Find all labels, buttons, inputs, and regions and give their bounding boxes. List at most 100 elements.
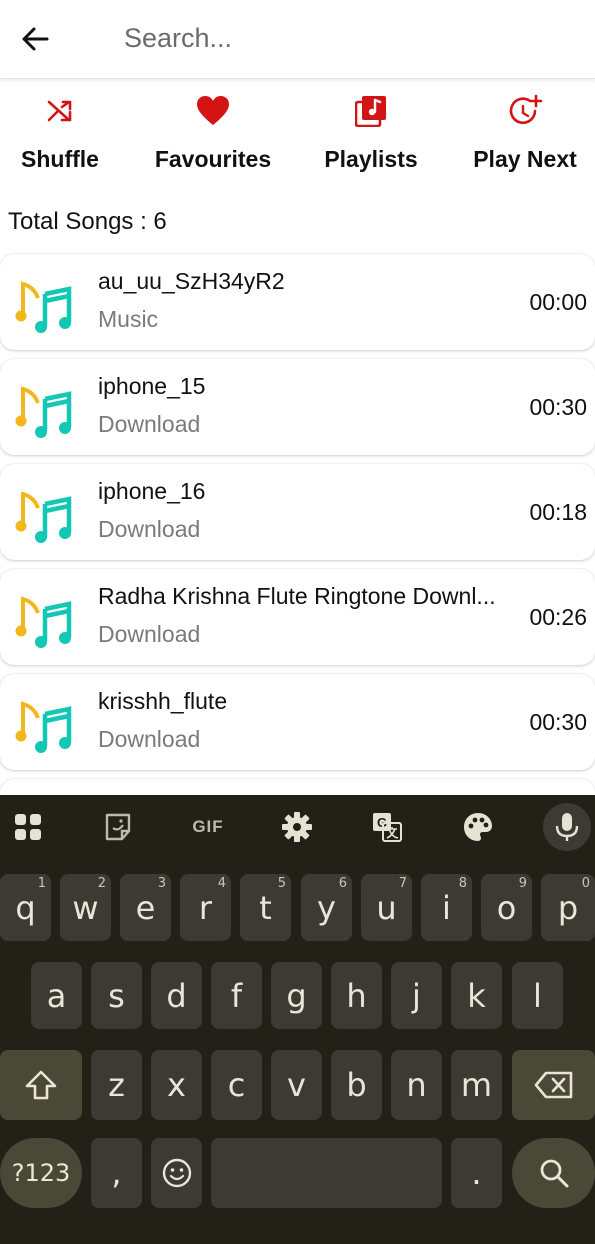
music-note-icon [15,701,72,753]
key-label: g [286,976,307,1015]
key-i[interactable]: i8 [421,874,472,941]
play-next-label: Play Next [473,146,577,172]
gif-button[interactable]: GIF [186,807,230,847]
key-label: a [46,976,67,1015]
shift-key[interactable] [0,1050,82,1120]
key-d[interactable]: d [151,962,202,1029]
key-b[interactable]: b [331,1050,382,1120]
song-row[interactable]: krisshh_flute Download 00:30 [0,674,595,770]
key-l[interactable]: l [512,962,563,1029]
key-label: i [442,888,451,927]
key-r[interactable]: r4 [180,874,231,941]
favourites-button[interactable]: Favourites [148,84,278,184]
apps-icon[interactable] [8,807,48,847]
period-key[interactable]: . [451,1138,502,1208]
play-next-button[interactable]: Play Next [463,84,587,184]
space-key[interactable] [211,1138,442,1208]
emoji-icon [162,1158,191,1188]
key-hint: 5 [277,876,286,891]
translate-icon[interactable]: G [367,807,407,847]
emoji-key[interactable] [151,1138,202,1208]
key-f[interactable]: f [211,962,262,1029]
mic-icon[interactable] [543,803,591,851]
key-label: t [259,888,272,927]
key-c[interactable]: c [211,1050,262,1120]
key-label: h [346,976,367,1015]
total-songs-count: Total Songs : 6 [8,208,167,235]
backspace-key[interactable] [512,1050,595,1120]
on-screen-keyboard: GIF G q1 w2 e3 r4 t5 y6 u7 i8 o9 p0 a s … [0,795,595,1244]
key-h[interactable]: h [331,962,382,1029]
key-hint: 4 [217,876,226,891]
song-row-partial[interactable] [0,779,595,795]
theme-icon[interactable] [458,807,498,847]
key-q[interactable]: q1 [0,874,51,941]
symbols-key[interactable]: ?123 [0,1138,82,1208]
key-hint: 6 [338,876,347,891]
heart-icon [196,84,230,138]
action-bar: Shuffle Favourites Playlists Play Next [0,84,595,194]
key-y[interactable]: y6 [301,874,352,941]
favourites-label: Favourites [154,146,272,172]
key-hint: 1 [37,876,46,891]
song-duration: 00:30 [529,394,587,420]
key-e[interactable]: e3 [120,874,171,941]
song-duration: 00:30 [529,709,587,735]
search-key[interactable] [512,1138,595,1208]
key-t[interactable]: t5 [240,874,291,941]
key-label: v [287,1066,306,1104]
song-row[interactable]: au_uu_SzH34yR2 Music 00:00 [0,254,595,350]
key-k[interactable]: k [451,962,502,1029]
key-m[interactable]: m [451,1050,502,1120]
shuffle-button[interactable]: Shuffle [10,84,110,184]
key-hint: 3 [157,876,166,891]
song-folder: Download [98,726,201,752]
key-v[interactable]: v [271,1050,322,1120]
shuffle-icon [45,84,75,138]
song-title: iphone_15 [98,373,206,399]
playlists-button[interactable]: Playlists [316,84,426,184]
song-title: Radha Krishna Flute Ringtone Downl... [98,583,496,609]
shuffle-label: Shuffle [21,146,99,172]
key-label: b [346,1066,367,1104]
search-bar [0,0,595,79]
key-o[interactable]: o9 [481,874,532,941]
back-button[interactable] [14,18,56,60]
playlists-label: Playlists [324,146,418,172]
key-a[interactable]: a [31,962,82,1029]
key-j[interactable]: j [391,962,442,1029]
key-x[interactable]: x [151,1050,202,1120]
comma-key[interactable]: , [91,1138,142,1208]
sticker-icon[interactable] [98,807,138,847]
key-label: j [412,976,421,1015]
key-label: r [198,888,213,927]
music-note-icon [15,281,72,333]
search-input[interactable] [124,16,564,60]
music-note-icon [15,596,72,648]
song-folder: Download [98,516,201,542]
key-g[interactable]: g [271,962,322,1029]
key-hint: 0 [581,876,590,891]
key-hint: 7 [398,876,407,891]
settings-icon[interactable] [277,807,317,847]
key-hint: 9 [518,876,527,891]
song-title: krisshh_flute [98,688,228,714]
song-folder: Download [98,411,201,437]
key-u[interactable]: u7 [361,874,412,941]
song-duration: 00:00 [529,289,587,315]
keyboard-toolbar: GIF G [0,795,595,859]
key-w[interactable]: w2 [60,874,111,941]
key-s[interactable]: s [91,962,142,1029]
key-label: q [15,888,36,927]
song-title: au_uu_SzH34yR2 [98,268,285,294]
song-row[interactable]: Radha Krishna Flute Ringtone Downl... Do… [0,569,595,665]
song-row[interactable]: iphone_16 Download 00:18 [0,464,595,560]
key-p[interactable]: p0 [541,874,595,941]
key-label: l [533,976,542,1015]
play-next-icon [508,84,542,138]
song-row[interactable]: iphone_15 Download 00:30 [0,359,595,455]
key-z[interactable]: z [91,1050,142,1120]
song-folder: Music [98,306,159,332]
key-label: u [376,888,397,927]
key-n[interactable]: n [391,1050,442,1120]
